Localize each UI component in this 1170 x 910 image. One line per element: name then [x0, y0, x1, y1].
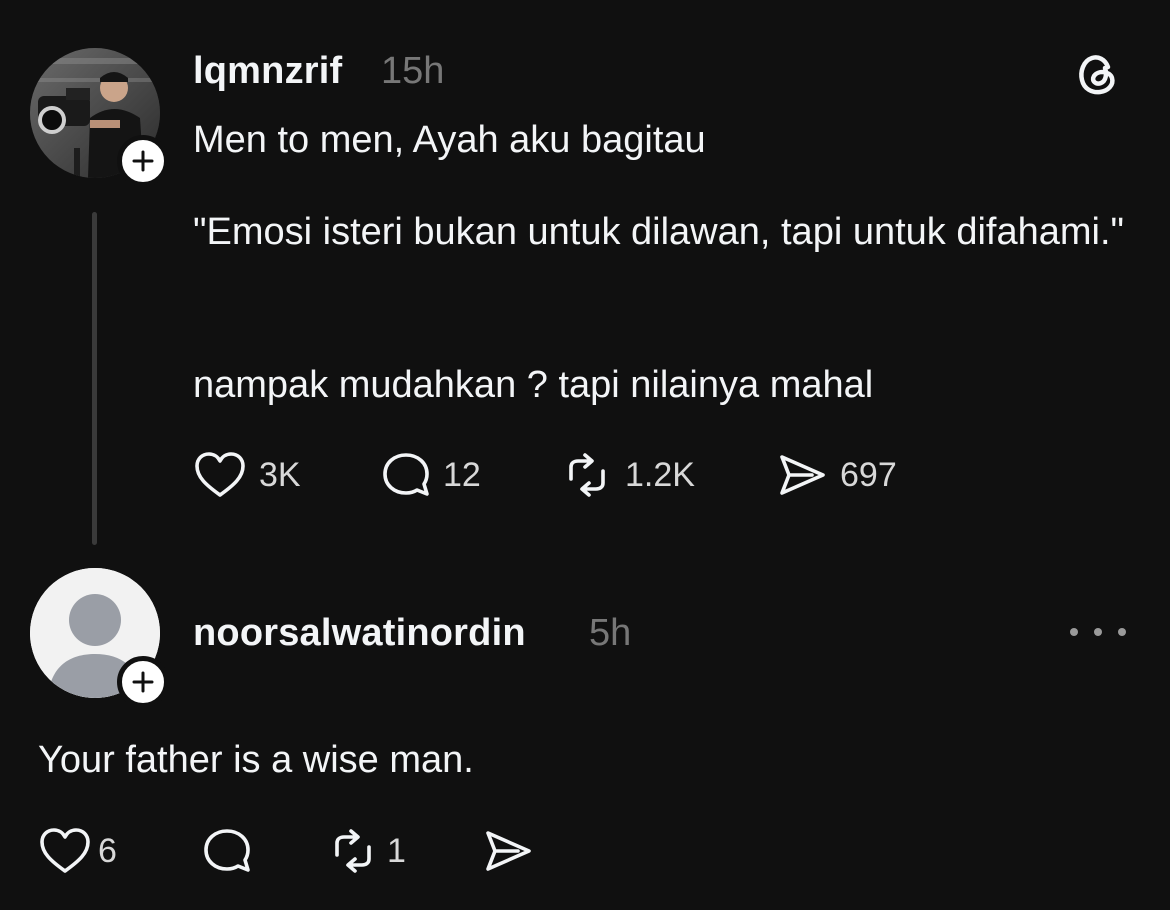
more-dots-icon: [1070, 628, 1078, 636]
plus-icon: [131, 670, 155, 694]
reply-repost-button[interactable]: 1: [327, 827, 406, 875]
post-text-line-2: "Emosi isteri bukan untuk dilawan, tapi …: [193, 211, 1125, 253]
reply-text: Your father is a wise man.: [38, 739, 474, 781]
comment-bubble-icon: [381, 451, 431, 499]
repost-button[interactable]: 1.2K: [561, 451, 695, 499]
send-icon: [482, 827, 534, 875]
reply-count: 12: [443, 455, 481, 494]
reply-like-count: 6: [98, 831, 117, 870]
reply-share-button[interactable]: [482, 827, 534, 875]
threads-logo-icon[interactable]: [1074, 50, 1122, 103]
comment-bubble-icon: [202, 827, 252, 875]
like-count: 3K: [259, 455, 301, 494]
reply-username[interactable]: noorsalwatinordin: [193, 612, 526, 655]
post-text-line-3: nampak mudahkan ? tapi nilainya mahal: [193, 364, 874, 406]
like-button[interactable]: 3K: [193, 451, 301, 499]
post-timestamp: 15h: [381, 50, 445, 92]
heart-icon: [193, 451, 247, 499]
follow-button-noorsalwatinordin[interactable]: [117, 656, 169, 708]
send-icon: [776, 451, 828, 499]
plus-icon: [131, 149, 155, 173]
post-username[interactable]: lqmnzrif: [193, 50, 342, 93]
reply-timestamp: 5h: [589, 612, 632, 654]
repost-icon: [561, 451, 613, 499]
heart-icon: [38, 827, 92, 875]
share-button[interactable]: 697: [776, 451, 897, 499]
reply-repost-count: 1: [387, 831, 406, 870]
share-count: 697: [840, 455, 897, 494]
repost-icon: [327, 827, 379, 875]
repost-count: 1.2K: [625, 455, 695, 494]
reply-like-button[interactable]: 6: [38, 827, 117, 875]
reply-comment-button[interactable]: [202, 827, 252, 875]
more-options-button[interactable]: [1070, 614, 1126, 650]
post-text-line-1: Men to men, Ayah aku bagitau: [193, 119, 706, 161]
follow-button-lqmnzrif[interactable]: [117, 135, 169, 187]
thread-connector-line: [92, 212, 97, 545]
reply-button[interactable]: 12: [381, 451, 481, 499]
